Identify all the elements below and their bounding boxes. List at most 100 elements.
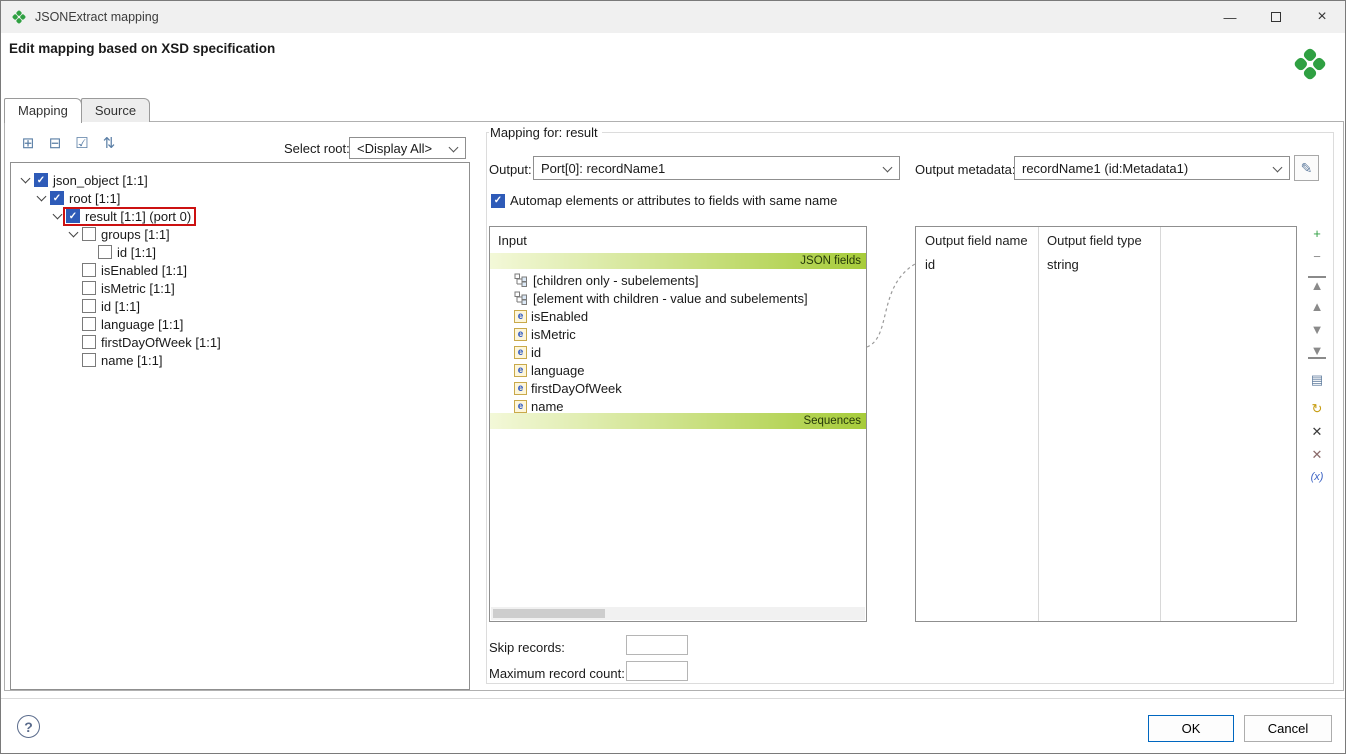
move-down-icon[interactable]: ▼ bbox=[1308, 320, 1326, 338]
tab-source[interactable]: Source bbox=[81, 98, 150, 122]
select-root-dropdown[interactable]: <Display All> bbox=[349, 137, 466, 159]
input-field-label: isMetric bbox=[531, 327, 576, 342]
edit-metadata-icon[interactable]: ▤ bbox=[1308, 370, 1326, 388]
tree-item-label: firstDayOfWeek [1:1] bbox=[101, 335, 221, 350]
tree-item-checkbox[interactable] bbox=[82, 335, 96, 349]
tab-mapping[interactable]: Mapping bbox=[4, 98, 82, 123]
tree-item[interactable]: ✓root [1:1] bbox=[11, 189, 469, 207]
maximize-button[interactable] bbox=[1253, 1, 1299, 33]
output-table-column-header: Output field name bbox=[916, 227, 1038, 252]
chevron-down-icon bbox=[883, 163, 893, 173]
expand-chevron-icon[interactable] bbox=[49, 209, 65, 223]
output-metadata-label: Output metadata: bbox=[915, 162, 1015, 177]
input-field-item[interactable]: efirstDayOfWeek bbox=[490, 379, 866, 397]
move-up-icon[interactable]: ▲ bbox=[1308, 297, 1326, 315]
chevron-spacer bbox=[81, 245, 97, 259]
select-root-value: <Display All> bbox=[357, 141, 432, 156]
input-field-item[interactable]: eid bbox=[490, 343, 866, 361]
tree-item[interactable]: name [1:1] bbox=[11, 351, 469, 369]
output-metadata-dropdown[interactable]: recordName1 (id:Metadata1) bbox=[1014, 156, 1290, 180]
expand-chevron-icon[interactable] bbox=[17, 173, 33, 187]
table-column-divider bbox=[1038, 227, 1039, 621]
tree-item-checkbox[interactable] bbox=[82, 299, 96, 313]
tree-item-checkbox[interactable] bbox=[82, 317, 96, 331]
tree-item-label: id [1:1] bbox=[101, 299, 140, 314]
tree-item[interactable]: groups [1:1] bbox=[11, 225, 469, 243]
sync-tree-icon[interactable]: ⇅ bbox=[100, 134, 118, 152]
cancel-mapping-icon[interactable]: ✕ bbox=[1308, 422, 1326, 440]
tree-item-content: isMetric [1:1] bbox=[81, 281, 178, 296]
help-button[interactable]: ? bbox=[17, 715, 40, 738]
tree-item-label: isEnabled [1:1] bbox=[101, 263, 187, 278]
jsonextract-mapping-dialog: JSONExtract mapping — × Edit mapping bas… bbox=[0, 0, 1346, 754]
window-controls: — × bbox=[1207, 1, 1345, 33]
tree-item-checkbox[interactable]: ✓ bbox=[34, 173, 48, 187]
automap-icon[interactable]: ↻ bbox=[1308, 399, 1326, 417]
output-table-body: idstring bbox=[916, 252, 1296, 275]
chevron-spacer bbox=[65, 353, 81, 367]
expand-chevron-icon[interactable] bbox=[65, 227, 81, 241]
add-field-icon[interactable]: + bbox=[1308, 224, 1326, 242]
edit-metadata-button[interactable]: ✎ bbox=[1294, 155, 1319, 181]
tree-item-content: ✓ json_object [1:1] bbox=[33, 173, 151, 188]
table-column-divider bbox=[1160, 227, 1161, 621]
chevron-down-icon bbox=[449, 143, 459, 153]
cancel-button[interactable]: Cancel bbox=[1244, 715, 1332, 742]
input-field-item[interactable]: elanguage bbox=[490, 361, 866, 379]
automap-option[interactable]: ✓ Automap elements or attributes to fiel… bbox=[491, 193, 837, 208]
skip-records-label: Skip records: bbox=[489, 640, 565, 655]
output-table-column-header: Output field type bbox=[1038, 227, 1160, 252]
expression-icon[interactable]: (x) bbox=[1308, 468, 1326, 486]
tree-item-checkbox[interactable] bbox=[82, 353, 96, 367]
tree-item[interactable]: firstDayOfWeek [1:1] bbox=[11, 333, 469, 351]
tree-item[interactable]: isMetric [1:1] bbox=[11, 279, 469, 297]
clear-all-mappings-icon[interactable]: ✕ bbox=[1308, 445, 1326, 463]
tree-item-checkbox[interactable]: ✓ bbox=[50, 191, 64, 205]
expand-all-icon[interactable]: ⊞ bbox=[19, 134, 37, 152]
input-field-item[interactable]: [children only - subelements] bbox=[490, 271, 866, 289]
title-bar: JSONExtract mapping — × bbox=[1, 1, 1345, 33]
horizontal-scrollbar[interactable] bbox=[491, 607, 865, 620]
input-field-label: name bbox=[531, 399, 564, 414]
tree-item[interactable]: id [1:1] bbox=[11, 297, 469, 315]
input-fields-list: [children only - subelements] [element wi… bbox=[490, 269, 866, 413]
tree-item-label: json_object [1:1] bbox=[53, 173, 148, 188]
tree-item-checkbox[interactable] bbox=[82, 263, 96, 277]
tree-item-label: isMetric [1:1] bbox=[101, 281, 175, 296]
skip-records-input[interactable] bbox=[626, 635, 688, 655]
tree-item-checkbox[interactable] bbox=[82, 281, 96, 295]
expand-chevron-icon[interactable] bbox=[33, 191, 49, 205]
tree-item-checkbox[interactable] bbox=[98, 245, 112, 259]
move-bottom-icon[interactable]: ▼ bbox=[1308, 343, 1326, 359]
input-field-label: [children only - subelements] bbox=[533, 273, 698, 288]
minimize-button[interactable]: — bbox=[1207, 1, 1253, 33]
tree-item[interactable]: ✓ json_object [1:1] bbox=[11, 171, 469, 189]
ok-button[interactable]: OK bbox=[1148, 715, 1234, 742]
tree-item-checkbox[interactable]: ✓ bbox=[66, 209, 80, 223]
element-icon: e bbox=[514, 310, 527, 323]
check-subtree-icon[interactable]: ☑ bbox=[73, 134, 91, 152]
scrollbar-thumb[interactable] bbox=[493, 609, 605, 618]
output-port-dropdown[interactable]: Port[0]: recordName1 bbox=[533, 156, 900, 180]
tree-item[interactable]: ✓result [1:1] (port 0) bbox=[11, 207, 469, 225]
output-label: Output: bbox=[489, 162, 532, 177]
output-table-row[interactable]: idstring bbox=[916, 252, 1296, 275]
tree-item-checkbox[interactable] bbox=[82, 227, 96, 241]
tree-item[interactable]: language [1:1] bbox=[11, 315, 469, 333]
input-field-item[interactable]: [element with children - value and subel… bbox=[490, 289, 866, 307]
edit-pencil-icon: ✎ bbox=[1301, 160, 1313, 177]
max-record-count-label: Maximum record count: bbox=[489, 666, 625, 681]
close-button[interactable]: × bbox=[1299, 1, 1345, 33]
input-field-label: id bbox=[531, 345, 541, 360]
input-field-item[interactable]: eisEnabled bbox=[490, 307, 866, 325]
tree-item[interactable]: id [1:1] bbox=[11, 243, 469, 261]
input-field-item[interactable]: eisMetric bbox=[490, 325, 866, 343]
automap-checkbox[interactable]: ✓ bbox=[491, 194, 505, 208]
remove-field-icon[interactable]: − bbox=[1308, 247, 1326, 265]
max-record-count-input[interactable] bbox=[626, 661, 688, 681]
element-icon: e bbox=[514, 364, 527, 377]
collapse-all-icon[interactable]: ⊟ bbox=[46, 134, 64, 152]
input-field-label: [element with children - value and subel… bbox=[533, 291, 808, 306]
tree-item[interactable]: isEnabled [1:1] bbox=[11, 261, 469, 279]
move-top-icon[interactable]: ▲ bbox=[1308, 276, 1326, 292]
